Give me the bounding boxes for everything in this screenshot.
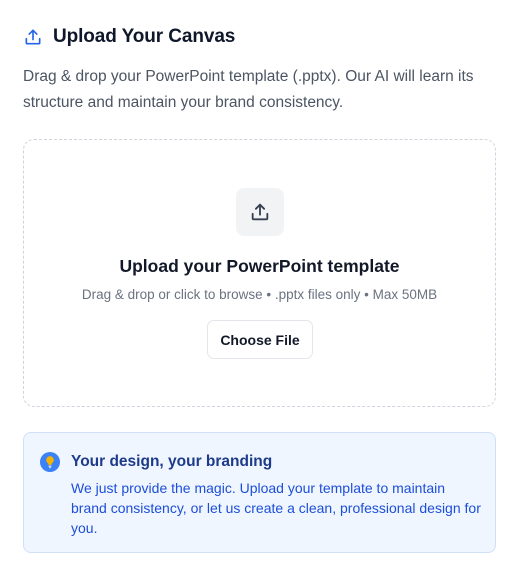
section-title: Upload Your Canvas bbox=[53, 26, 236, 47]
section-header: Upload Your Canvas bbox=[23, 26, 235, 48]
dropzone-subtitle: Drag & drop or click to browse • .pptx f… bbox=[81, 287, 438, 302]
branding-info-box: Your design, your branding We just provi… bbox=[23, 432, 496, 553]
upload-icon bbox=[25, 29, 41, 45]
section-description: Drag & drop your PowerPoint template (.p… bbox=[23, 68, 474, 111]
lightbulb-icon bbox=[40, 452, 60, 472]
info-title: Your design, your branding bbox=[71, 453, 273, 470]
choose-file-button[interactable]: Choose File bbox=[207, 320, 313, 359]
info-text: We just provide the magic. Upload your t… bbox=[71, 480, 481, 536]
upload-icon bbox=[251, 203, 269, 221]
dropzone-title: Upload your PowerPoint template bbox=[119, 256, 400, 276]
file-dropzone[interactable]: Upload your PowerPoint template Drag & d… bbox=[23, 139, 496, 407]
upload-icon-box bbox=[236, 188, 284, 236]
upload-canvas-card: Upload Your Canvas Drag & drop your Powe… bbox=[0, 0, 517, 573]
